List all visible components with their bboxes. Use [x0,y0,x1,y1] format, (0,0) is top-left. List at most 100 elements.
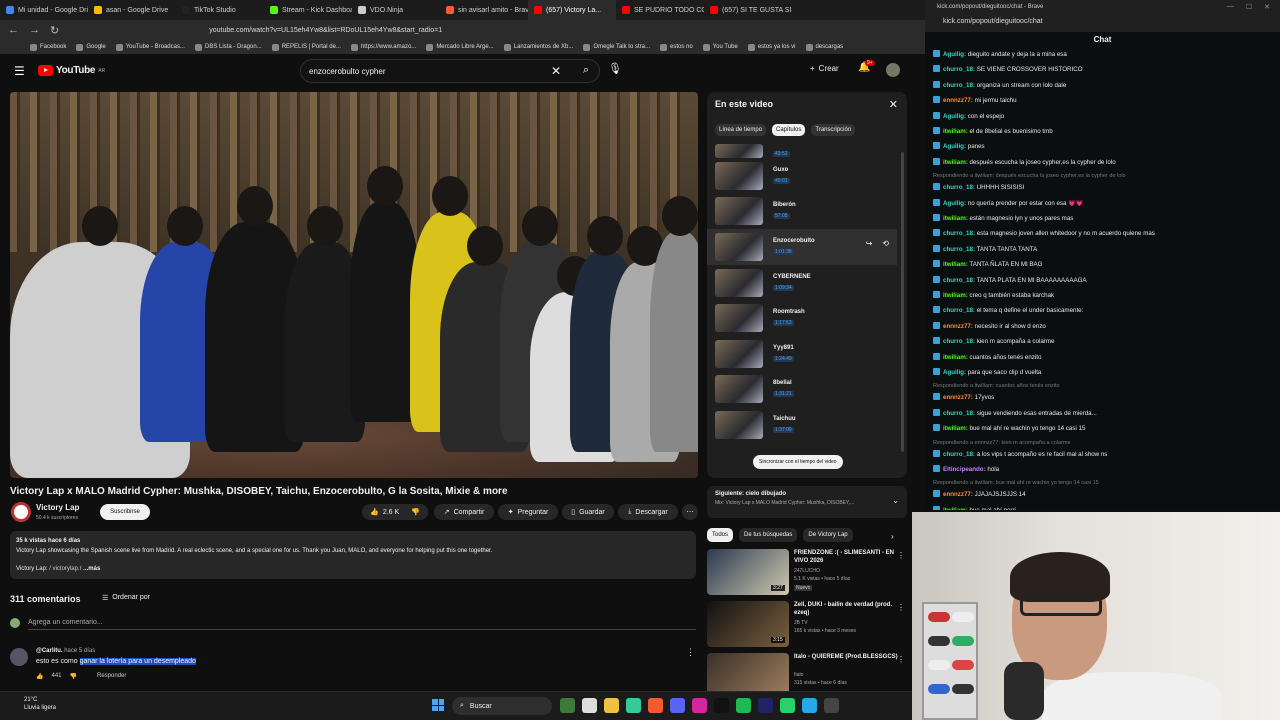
chat-message[interactable]: ennnzz77: necesito ir al show d enzo [933,321,1046,330]
comment-author[interactable]: @Carlitu. hace 5 días [36,648,95,654]
like-dislike-group[interactable]: 👍 2.6 K 👎 [362,504,428,520]
chat-message[interactable]: churro_18: TANTA PLATA EN MI BAAAAAAAAAG… [933,275,1087,284]
chat-username[interactable]: churro_18: [943,184,975,191]
bookmark-item[interactable]: DBS Lista - Dragon... [194,43,262,51]
chat-message[interactable]: Aguilig: para que saco clip d vuelta [933,368,1041,376]
kick-url[interactable]: kick.com/popout/dieguitooc/chat [943,18,1043,25]
chat-message[interactable]: Eltincipeando: hola [933,465,999,473]
account-avatar[interactable] [886,63,900,77]
reply-button[interactable]: Responder [97,673,126,680]
browser-tab[interactable]: asan - Google Drive [88,0,176,20]
chapters-tab[interactable]: Transcripción [811,124,856,136]
chapter-time[interactable]: 1:37:09 [773,426,794,433]
brave-icon[interactable] [648,698,663,713]
chat-message[interactable]: itwiliam: bue mal ahí perri [933,505,1016,510]
chat-message[interactable]: Aguilig: dieguito andate y deja la a min… [933,50,1067,58]
download-button[interactable]: ⤓ Descargar [618,504,678,520]
chat-message[interactable]: churro_18: a los vips t acompaño es re f… [933,449,1107,458]
chapter-item[interactable]: Yyy891 1:24:49 [707,336,897,372]
spotify-icon[interactable] [736,698,751,713]
bookmark-item[interactable]: Omegle Talk to stra... [583,43,650,51]
search-box[interactable]: enzocerobulto cypher ✕ ⌕ [300,59,600,83]
browser-tab[interactable]: TikTok Studio [176,0,264,20]
chat-message[interactable]: churro_18: sigue vendiendo esas entradas… [933,408,1097,417]
back-icon[interactable]: ← [8,24,19,36]
chapters-tab[interactable]: Línea de tiempo [715,124,767,136]
more-vertical-icon[interactable]: ⋮ [897,603,905,612]
chapter-time[interactable]: 57:05 [773,213,790,220]
more-vertical-icon[interactable]: ⋮ [897,551,905,560]
microphone-icon[interactable]: 🎙 [608,62,622,75]
desc-link[interactable]: / victorylap.r [49,566,81,572]
chat-username[interactable]: churro_18: [943,66,975,73]
chapters-tab[interactable]: Capítulos [772,124,806,136]
chat-username[interactable]: Aguilig: [943,369,966,376]
create-button[interactable]: + Crear [810,64,839,73]
chat-username[interactable]: itwiliam: [943,292,968,299]
settings-icon[interactable] [824,698,839,713]
browser-tab[interactable]: (657) SI TE GUSTA SIME [704,0,792,20]
weather-widget[interactable]: 21°C Lluvia ligera [24,696,56,712]
recommendation-tab[interactable]: De tus búsquedas [739,528,798,542]
show-more-link[interactable]: ...más [83,566,100,572]
chat-username[interactable]: churro_18: [943,451,975,458]
chat-username[interactable]: itwiliam: [943,215,968,222]
chat-username[interactable]: churro_18: [943,246,975,253]
comment-user[interactable]: @Carlitu. [36,648,63,654]
recommendation-tab[interactable]: Todos [707,528,734,542]
thumbs-down-icon[interactable]: 👎 [411,508,420,516]
chat-username[interactable]: ennnzz77: [943,97,973,104]
chat-username[interactable]: Aguilig: [943,200,966,207]
channel-name[interactable]: Victory Lap [36,503,79,512]
chat-messages[interactable]: Aguilig: dieguito andate y deja la a min… [925,48,1280,510]
chat-message[interactable]: itwiliam: creo q también estaba karchak [933,291,1054,299]
next-up-box[interactable]: Siguiente: cielo dibujado Mix: Victory L… [707,486,907,518]
url-field[interactable]: youtube.com/watch?v=UL15eh4Yw8&list=RDoU… [209,27,442,34]
chapter-time[interactable]: 1:31:21 [773,391,794,398]
chat-message[interactable]: itwiliam: están magnesio lyn y unos pare… [933,214,1073,222]
comment-like-icon[interactable]: 👍 [36,673,43,680]
chapter-time[interactable]: 1:17:53 [773,320,794,327]
chat-message[interactable]: churro_18: UHHHH SISISISI [933,183,1024,191]
bookmark-item[interactable]: estos ya los vi [747,43,796,51]
chat-message[interactable]: ennnzz77: mi jermu taichu [933,96,1017,104]
chapter-time[interactable]: 1:09:34 [773,284,794,291]
recommendation-tab[interactable]: De Victory Lap [803,528,853,542]
thumbs-up-icon[interactable]: 👍 [370,508,379,516]
windows-start-icon[interactable] [432,699,444,711]
task-view-icon[interactable] [582,698,597,713]
recommended-title[interactable]: Italo - QUIEREME (Prod.BLESSGCS) [794,653,899,661]
chat-message[interactable]: churro_18: SE VIENE CROSSOVER HISTORICO [933,65,1083,73]
video-player[interactable] [10,92,698,478]
chat-message[interactable]: churro_18: esta magnesio joven allen whi… [933,229,1155,237]
chat-message[interactable]: itwiliam: el de 8belial es buenisimo tmb [933,127,1053,135]
chat-username[interactable]: Aguilig: [943,51,966,58]
share-button[interactable]: ↗ Compartir [434,504,494,520]
taskbar-search[interactable]: ⌕ Buscar [452,697,552,715]
chat-username[interactable]: ennnzz77: [943,491,973,498]
chat-username[interactable]: churro_18: [943,230,975,237]
browser-tab[interactable]: sin avisarl amito - Brav [440,0,528,20]
chat-username[interactable]: itwiliam: [943,261,968,268]
obs-icon[interactable] [758,698,773,713]
maximize-icon[interactable]: ☐ [1246,3,1252,11]
chat-username[interactable]: Aguilig: [943,143,966,150]
bookmark-item[interactable]: https://www.amazo... [350,43,416,51]
chapter-item[interactable]: 8belial 1:31:21 [707,372,897,408]
recommended-channel[interactable]: 247LUCHO [794,568,820,574]
bookmark-item[interactable]: Facebook [30,43,66,51]
bookmark-item[interactable]: REPELIS | Portal de... [271,43,341,51]
search-input[interactable]: enzocerobulto cypher [309,67,386,76]
chapter-item[interactable]: CYBERNENE 1:09:34 [707,265,897,301]
save-button[interactable]: ▯ Guardar [562,504,614,520]
chat-username[interactable]: itwiliam: [943,159,968,166]
recommended-video[interactable]: 3:15 Zell, DUKI - bailin de verdad (prod.… [707,601,907,651]
chevron-right-icon[interactable]: › [891,532,894,541]
chat-username[interactable]: itwiliam: [943,425,968,432]
bookmark-item[interactable]: Mercado Libre Arge... [426,43,494,51]
reload-icon[interactable]: ↻ [50,24,59,37]
more-actions-button[interactable]: ⋯ [682,504,698,520]
browser-tab[interactable]: SE PUDRIO TODO CON [616,0,704,20]
landscape-app-icon[interactable] [560,698,575,713]
hamburger-menu-icon[interactable]: ☰ [14,64,25,78]
